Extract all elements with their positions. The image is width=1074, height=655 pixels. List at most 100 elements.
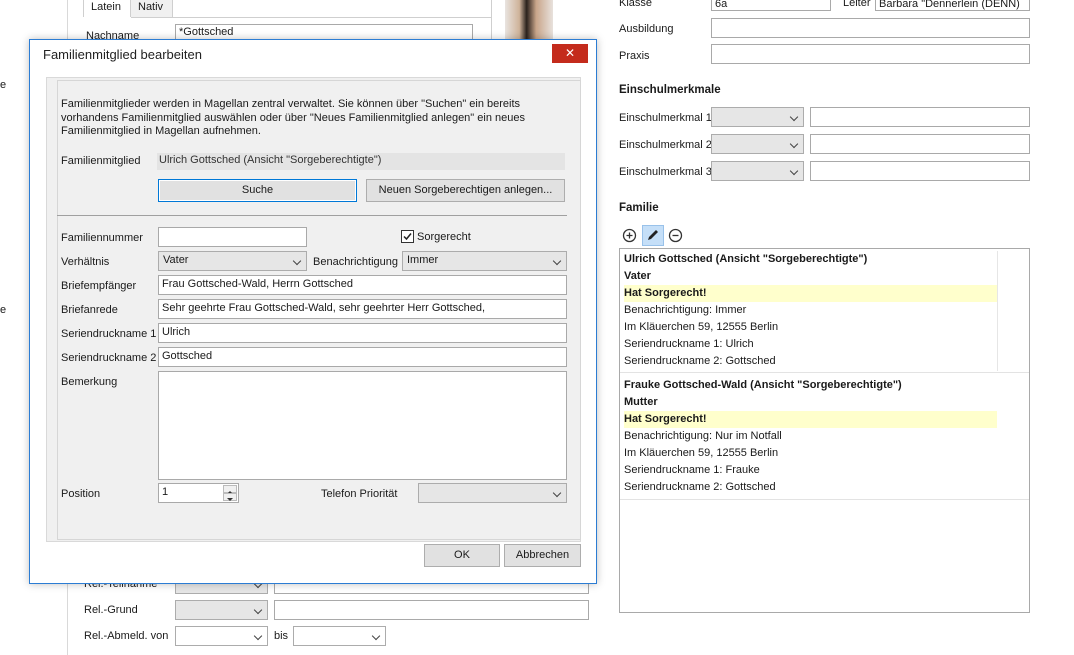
member-serien2: Seriendruckname 2: Gottsched (624, 481, 776, 493)
benachrichtigung-select[interactable]: Immer (402, 251, 567, 271)
bemerkung-label: Bemerkung (61, 376, 118, 388)
verhaeltnis-select[interactable]: Vater (158, 251, 307, 271)
abbrechen-button[interactable]: Abbrechen (504, 544, 581, 567)
familie-title: Familie (619, 202, 659, 214)
checkmark-icon (403, 233, 412, 241)
member-serien2: Seriendruckname 2: Gottsched (624, 355, 776, 367)
einschul-label-2: Einschulmerkmal 2 (619, 139, 712, 151)
leiter-field[interactable]: Barbara "Dennerlein (DENN) (875, 0, 1030, 11)
tab-page-border (491, 0, 492, 40)
rel-abmeld-label: Rel.-Abmeld. von (84, 630, 169, 642)
praxis-field[interactable] (711, 44, 1030, 64)
suche-button[interactable]: Suche (158, 179, 357, 202)
serien2-field[interactable]: Gottsched (158, 347, 567, 367)
praxis-label: Praxis (619, 50, 650, 62)
rel-abmeld-bis-select[interactable] (293, 626, 386, 646)
chevron-down-icon (552, 256, 562, 266)
klasse-field[interactable]: 6a (711, 0, 831, 11)
member-relation: Vater (624, 270, 651, 282)
familiennummer-label: Familiennummer (61, 232, 143, 244)
einschul-label-3: Einschulmerkmal 3 (619, 166, 712, 178)
einschul-field-1[interactable] (810, 107, 1030, 127)
rel-grund-label: Rel.-Grund (84, 604, 138, 616)
serien1-label: Seriendruckname 1 (61, 328, 157, 340)
serien1-field[interactable]: Ulrich (158, 323, 567, 343)
stepper-down-button[interactable] (223, 493, 237, 501)
einschul-select-3[interactable] (711, 161, 804, 181)
tab-nativ-label: Nativ (138, 1, 164, 13)
telefon-prioritaet-select[interactable] (418, 483, 567, 503)
tab-nativ[interactable]: Nativ (131, 0, 173, 17)
ausbildung-label: Ausbildung (619, 23, 674, 35)
add-icon[interactable] (621, 227, 638, 244)
tab-strip-line (131, 17, 491, 18)
bemerkung-textarea[interactable] (158, 371, 567, 480)
dialog-body: Familienmitglieder werden in Magellan ze… (46, 77, 581, 542)
info-text: Familienmitglieder werden in Magellan ze… (61, 98, 525, 137)
member-benachrichtigung: Benachrichtigung: Immer (624, 304, 747, 316)
edge-label: e (0, 304, 7, 316)
benachrichtigung-value: Immer (407, 254, 439, 266)
bis-label: bis (274, 630, 289, 642)
briefempfaenger-label: Briefempfänger (61, 280, 137, 292)
rel-abmeld-von-select[interactable] (175, 626, 268, 646)
member-serien1: Seriendruckname 1: Frauke (624, 464, 760, 476)
ok-button[interactable]: OK (424, 544, 500, 567)
member-address: Im Kläuerchen 59, 12555 Berlin (624, 321, 779, 333)
member-sorgerecht: Hat Sorgerecht! (624, 285, 997, 302)
rel-grund-select[interactable] (175, 600, 268, 620)
arrow-down-icon (227, 498, 233, 501)
einschul-select-2[interactable] (711, 134, 804, 154)
position-value: 1 (162, 486, 169, 498)
close-button[interactable]: ✕ (552, 44, 588, 63)
position-stepper[interactable]: 1 (158, 483, 239, 503)
member-address: Im Kläuerchen 59, 12555 Berlin (624, 447, 779, 459)
member-name: Frauke Gottsched-Wald (Ansicht "Sorgeber… (624, 379, 902, 391)
chevron-down-icon (292, 256, 302, 266)
einschul-select-1[interactable] (711, 107, 804, 127)
position-label: Position (61, 488, 101, 500)
close-icon: ✕ (564, 46, 576, 60)
edit-icon[interactable] (642, 225, 664, 246)
benachrichtigung-label: Benachrichtigung (313, 256, 399, 268)
remove-icon[interactable] (667, 227, 684, 244)
card-scroll-divider (997, 251, 998, 371)
sorgerecht-checkbox[interactable] (401, 230, 414, 243)
neu-sorgeberechtigter-button[interactable]: Neuen Sorgeberechtigen anlegen... (366, 179, 565, 202)
familiennummer-field[interactable] (158, 227, 307, 247)
member-serien1: Seriendruckname 1: Ulrich (624, 338, 754, 350)
member-relation: Mutter (624, 396, 658, 408)
dialog-title: Familienmitglied bearbeiten (43, 47, 202, 62)
stepper-up-button[interactable] (223, 485, 237, 494)
serien2-label: Seriendruckname 2 (61, 352, 157, 364)
verhaeltnis-value: Vater (163, 254, 189, 266)
ausbildung-field[interactable] (711, 18, 1030, 38)
family-member-card[interactable]: Frauke Gottsched-Wald (Ansicht "Sorgeber… (620, 375, 1029, 500)
member-sorgerecht: Hat Sorgerecht! (624, 411, 997, 428)
briefanrede-field[interactable]: Sehr geehrte Frau Gottsched-Wald, sehr g… (158, 299, 567, 319)
tab-latein-label: Latein (91, 1, 121, 13)
familienmitglied-value: Ulrich Gottsched (Ansicht "Sorgeberechti… (157, 153, 565, 170)
edit-family-member-dialog: Familienmitglied bearbeiten ✕ Familienmi… (29, 39, 597, 584)
sorgerecht-label: Sorgerecht (417, 231, 471, 243)
separator (57, 215, 567, 216)
einschul-label-1: Einschulmerkmal 1 (619, 112, 712, 124)
chevron-down-icon (552, 488, 562, 498)
telefon-prioritaet-label: Telefon Priorität (321, 488, 398, 500)
leiter-label: Leiter (843, 0, 871, 9)
briefempfaenger-field[interactable]: Frau Gottsched-Wald, Herrn Gottsched (158, 275, 567, 295)
rel-grund-field[interactable] (274, 600, 589, 620)
einschul-title: Einschulmerkmale (619, 84, 721, 96)
familie-list[interactable]: Ulrich Gottsched (Ansicht "Sorgeberechti… (619, 248, 1030, 613)
edge-label: e (0, 79, 7, 91)
family-member-card[interactable]: Ulrich Gottsched (Ansicht "Sorgeberechti… (620, 249, 1029, 373)
einschul-field-2[interactable] (810, 134, 1030, 154)
member-benachrichtigung: Benachrichtigung: Nur im Notfall (624, 430, 782, 442)
verhaeltnis-label: Verhältnis (61, 256, 110, 268)
member-name: Ulrich Gottsched (Ansicht "Sorgeberechti… (624, 253, 868, 265)
familienmitglied-label: Familienmitglied (61, 155, 141, 167)
einschul-field-3[interactable] (810, 161, 1030, 181)
briefanrede-label: Briefanrede (61, 304, 118, 316)
tab-latein[interactable]: Latein (83, 0, 131, 17)
klasse-label: Klasse (619, 0, 653, 9)
